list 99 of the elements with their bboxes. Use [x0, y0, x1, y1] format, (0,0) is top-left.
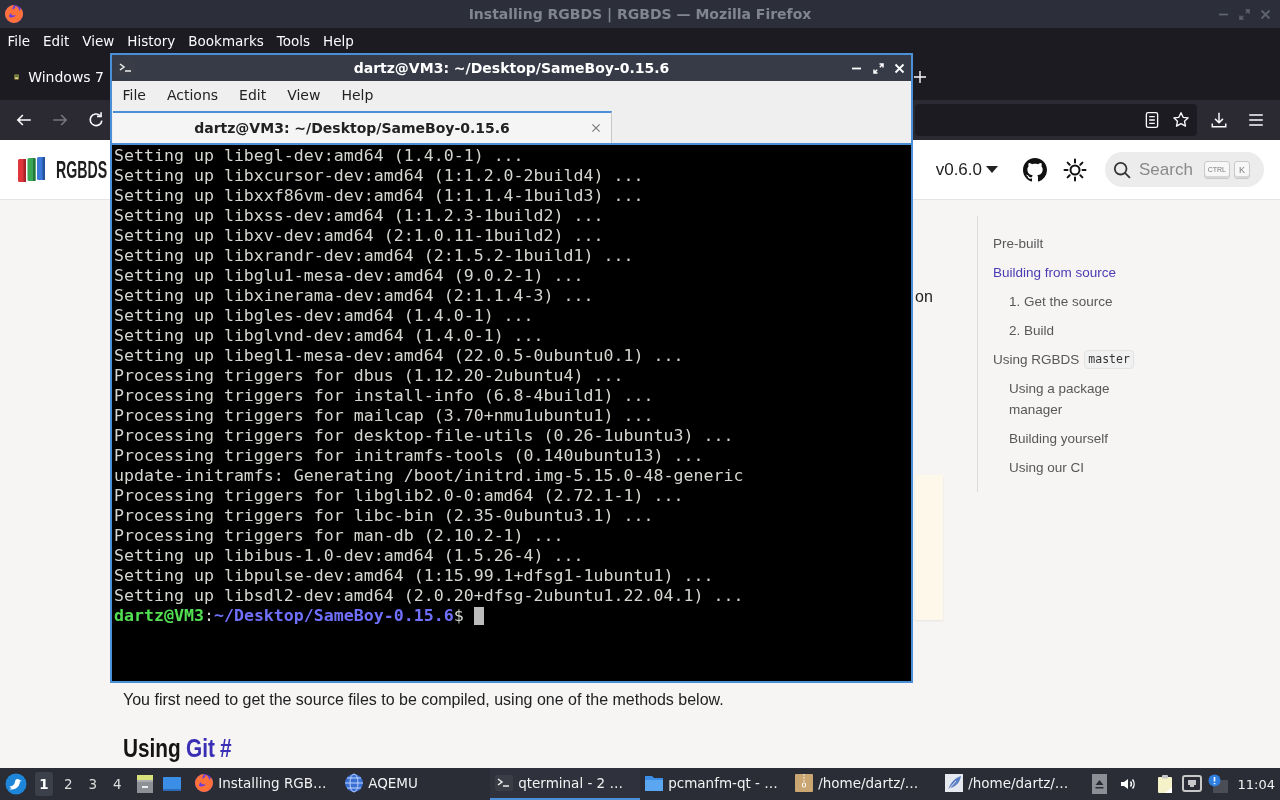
task-button[interactable]: qterminal - 2 … — [490, 768, 641, 800]
star-icon[interactable] — [1172, 111, 1190, 129]
prompt-symbol: $ — [453, 606, 464, 625]
terminal-line: Setting up libglvnd-dev:amd64 (1.4.0-1) ... — [114, 326, 544, 346]
toc-link[interactable]: 2. Build — [1009, 315, 1055, 345]
terminal-line: Setting up libegl-dev:amd64 (1.4.0-1) ... — [114, 146, 524, 166]
menu-item[interactable]: History — [120, 31, 182, 50]
task-button[interactable]: Installing RGB… — [190, 768, 341, 800]
url-field[interactable] — [915, 104, 1197, 136]
menu-item[interactable]: Tools — [270, 31, 317, 50]
text-cursor — [473, 607, 484, 625]
caret-icon — [986, 166, 998, 173]
folder-icon — [644, 773, 665, 793]
task-button[interactable]: AQEMU — [340, 768, 491, 800]
terminal-line: Setting up libxinerama-dev:amd64 (2:1.1.4-3) ... — [114, 286, 594, 306]
heading-text: Using — [123, 733, 181, 763]
clock[interactable]: 11:04 — [1237, 776, 1275, 792]
terminal-line: Setting up libxv-dev:amd64 (2:1.0.11-1build2) ... — [114, 226, 604, 246]
download-icon[interactable] — [1210, 111, 1228, 129]
task-button[interactable]: pcmanfm-qt - … — [640, 768, 791, 800]
search-icon — [1113, 160, 1131, 179]
archive-box-icon — [794, 773, 815, 793]
menu-item[interactable]: Actions — [156, 87, 229, 103]
version-selector[interactable]: v0.6.0 — [935, 159, 998, 180]
menu-item[interactable]: Help — [316, 31, 361, 50]
window-title: Installing RGBDS | RGBDS — Mozilla Firefox — [468, 6, 812, 22]
toc-link[interactable]: Pre-built — [993, 228, 1044, 258]
cat-logo-icon[interactable] — [1023, 157, 1047, 182]
window-title: dartz@VM3: ~/Desktop/SameBoy-0.15.6 — [353, 60, 670, 76]
task-button[interactable]: /home/dartz/… — [940, 768, 1091, 800]
reload-icon[interactable] — [87, 111, 105, 129]
browser-tab[interactable]: Windows 7 — [4, 59, 104, 94]
terminal-line: Processing triggers for man-db (2.10.2-1) ... — [114, 526, 564, 546]
menu-item[interactable]: View — [75, 31, 121, 50]
terminal-icon — [494, 773, 515, 793]
paragraph: You first need to get the source files to be compiled, using one of the methods below. — [123, 690, 724, 710]
anchor-link[interactable]: # — [220, 733, 232, 763]
terminal-line: Setting up libgles-dev:amd64 (1.4.0-1) ... — [114, 306, 534, 326]
terminal-line: Setting up libpulse-dev:amd64 (1:15.99.1+dfsg1-1ubuntu1) ... — [114, 566, 714, 586]
keyboard-key: K — [1234, 160, 1250, 179]
file-cabinet-icon[interactable] — [135, 774, 156, 794]
feather-icon — [944, 773, 965, 793]
heading-link[interactable]: Git — [186, 733, 215, 763]
network-icon[interactable] — [1182, 774, 1203, 794]
terminal-line: Setting up libxxf86vm-dev:amd64 (1:1.1.4-1build3) ... — [114, 186, 644, 206]
eject-icon[interactable] — [1092, 774, 1108, 794]
workspace-button[interactable]: 3 — [83, 772, 102, 796]
terminal-line: Setting up libsdl2-dev:amd64 (2.0.20+dfsg-2ubuntu1.22.04.1) ... — [114, 586, 744, 606]
toc-link[interactable]: Building from source — [993, 257, 1117, 287]
terminal-line: update-initramfs: Generating /boot/initrd.img-5.15.0-48-generic — [114, 466, 744, 486]
terminal-line: Processing triggers for mailcap (3.70+nmu1ubuntu1) ... — [114, 406, 654, 426]
terminal-line: Processing triggers for dbus (1.12.20-2ubuntu4) ... — [114, 366, 624, 386]
prompt-path: ~/Desktop/SameBoy-0.15.6 — [213, 606, 454, 625]
plus-icon[interactable] — [914, 70, 926, 83]
workspace-button[interactable]: 2 — [59, 772, 78, 796]
bird-icon[interactable] — [5, 773, 27, 795]
menu-item[interactable]: Edit — [228, 87, 277, 103]
paragraph-fragment: on — [915, 287, 933, 307]
sun-icon[interactable] — [1063, 157, 1087, 182]
menu-item[interactable]: Bookmarks — [181, 31, 271, 50]
terminal-line: Processing triggers for desktop-file-utils (0.26-1ubuntu3) ... — [114, 426, 734, 446]
browser-logo-icon — [4, 4, 24, 24]
speaker-icon[interactable] — [1120, 776, 1137, 792]
terminal-line: Processing triggers for libglib2.0-0:amd64 (2.72.1-1) ... — [114, 486, 684, 506]
terminal-line: Processing triggers for initramfs-tools (0.140ubuntu13) ... — [114, 446, 704, 466]
toc-link[interactable]: 1. Get the source — [1009, 286, 1113, 316]
terminal-line: Setting up libxss-dev:amd64 (1:1.2.3-1build2) ... — [114, 206, 604, 226]
menu-item[interactable]: File — [112, 87, 157, 103]
workspace-button[interactable]: 4 — [108, 772, 127, 796]
color-bars-logo-icon[interactable] — [18, 156, 45, 183]
terminal-line: Setting up libglu1-mesa-dev:amd64 (9.0.2-1) ... — [114, 266, 584, 286]
terminal-line: Processing triggers for libc-bin (2.35-0ubuntu3.1) ... — [114, 506, 654, 526]
terminal-line: Processing triggers for install-info (6.8-4build1) ... — [114, 386, 654, 406]
screen-icon[interactable] — [162, 774, 183, 794]
menu-item[interactable]: View — [276, 87, 331, 103]
terminal-line: Setting up libegl1-mesa-dev:amd64 (22.0.5-0ubuntu0.1) ... — [114, 346, 684, 366]
prompt-user: dartz@VM3 — [114, 606, 204, 625]
search-placeholder: Search — [1139, 159, 1193, 180]
menu-item[interactable]: Edit — [36, 31, 76, 50]
terminal-tab[interactable]: dartz@VM3: ~/Desktop/SameBoy-0.15.6 — [113, 111, 612, 143]
menu-item[interactable]: Help — [330, 87, 384, 103]
inline-code: master — [1084, 350, 1134, 370]
terminal-line: Setting up libibus-1.0-dev:amd64 (1.5.26-4) ... — [114, 546, 584, 566]
menu-item[interactable]: File — [1, 31, 37, 50]
document-icon[interactable] — [1143, 111, 1161, 129]
task-button[interactable]: /home/dartz/… — [790, 768, 941, 800]
workspace-button[interactable]: 1 — [35, 772, 53, 796]
alert-icon[interactable] — [1208, 774, 1229, 794]
terminal-line: Setting up libxcursor-dev:amd64 (1:1.2.0-2build4) ... — [114, 166, 644, 186]
terminal-line: Setting up libxrandr-dev:amd64 (2:1.5.2-1build1) ... — [114, 246, 634, 266]
toc-link[interactable]: Using RGBDS master — [993, 344, 1134, 374]
globe-icon — [344, 773, 365, 793]
toc-link[interactable]: Building yourself — [1009, 423, 1109, 453]
prompt-separator: : — [203, 606, 214, 625]
toc-link[interactable]: Using our CI — [1009, 452, 1085, 482]
toc-link[interactable]: Using a package manager — [1009, 373, 1139, 424]
menu-icon[interactable] — [1247, 111, 1265, 129]
site-name[interactable]: RGBDS — [56, 155, 108, 184]
browser-logo-icon — [194, 773, 215, 793]
